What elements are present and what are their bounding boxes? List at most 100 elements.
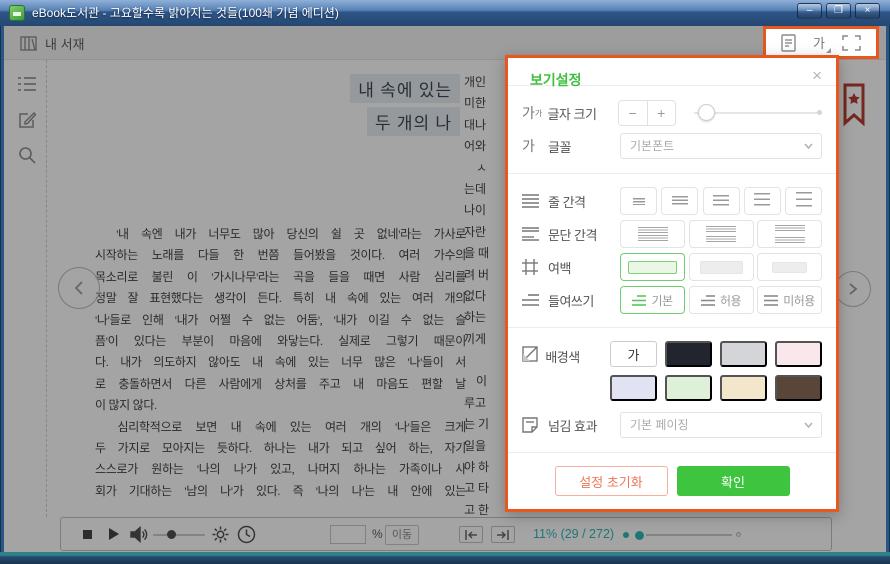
chevron-down-icon bbox=[804, 143, 813, 149]
paragraph-spacing-label: 문단 간격 bbox=[548, 225, 620, 244]
font-family-icon: 가 bbox=[522, 136, 548, 156]
margin-label: 여백 bbox=[548, 258, 620, 277]
line-spacing-glyph bbox=[713, 195, 729, 208]
line-spacing-icon bbox=[522, 194, 548, 208]
paragraph-spacing-glyph bbox=[775, 225, 805, 243]
font-size-increase-button[interactable]: + bbox=[647, 101, 676, 125]
close-window-button[interactable]: × bbox=[855, 3, 880, 19]
font-size-slider-handle[interactable] bbox=[698, 104, 715, 121]
paragraph-spacing-icon bbox=[522, 227, 548, 241]
maximize-button[interactable]: ❐ bbox=[826, 3, 851, 19]
paragraph-spacing-option-3[interactable] bbox=[757, 220, 822, 248]
background-color-swatches: 가 bbox=[610, 341, 822, 401]
page-turn-row: 넘김 효과 기본 페이징 bbox=[522, 411, 822, 439]
background-color-swatch[interactable] bbox=[610, 375, 657, 401]
page-turn-select[interactable]: 기본 페이징 bbox=[620, 412, 822, 438]
background-color-label: 배경색 bbox=[545, 347, 610, 366]
page-view-icon[interactable] bbox=[781, 34, 796, 52]
line-spacing-option-2[interactable] bbox=[661, 187, 698, 215]
font-size-slider-end-dot bbox=[817, 110, 822, 115]
font-size-label: 글자 크기 bbox=[547, 104, 618, 123]
background-color-swatch[interactable] bbox=[720, 375, 767, 401]
background-color-swatch[interactable] bbox=[775, 375, 822, 401]
font-size-controls: − + bbox=[618, 100, 822, 126]
line-spacing-option-1[interactable] bbox=[620, 187, 657, 215]
background-color-swatch[interactable] bbox=[665, 375, 712, 401]
client-area: 내 서재 bbox=[4, 26, 886, 552]
font-size-glyph: 가 bbox=[522, 103, 535, 123]
window-controls: – ❐ × bbox=[797, 3, 880, 19]
view-settings-panel: 보기설정 × 가가 글자 크기 − + bbox=[505, 55, 839, 512]
page-turn-icon bbox=[522, 417, 548, 433]
line-spacing-row: 줄 간격 bbox=[522, 187, 822, 215]
line-spacing-glyph bbox=[796, 192, 812, 211]
font-section: 가가 글자 크기 − + bbox=[508, 86, 836, 174]
font-settings-arrow bbox=[826, 48, 831, 53]
margin-option-2[interactable] bbox=[689, 253, 754, 281]
page-turn-controls: 기본 페이징 bbox=[620, 412, 822, 438]
spacing-section: 줄 간격 문단 bbox=[508, 174, 836, 328]
background-color-swatch[interactable] bbox=[720, 341, 767, 367]
paragraph-spacing-row: 문단 간격 bbox=[522, 220, 822, 248]
line-spacing-label: 줄 간격 bbox=[548, 192, 620, 211]
font-settings-icon[interactable]: 가 bbox=[813, 33, 825, 52]
indent-row: 들여쓰기 기본 허용 미허용 bbox=[522, 286, 822, 314]
window-bottom-frame bbox=[0, 552, 890, 564]
indent-option-default-selected[interactable]: 기본 bbox=[620, 286, 685, 314]
line-spacing-option-3[interactable] bbox=[703, 187, 740, 215]
panel-title: 보기설정 bbox=[530, 70, 582, 90]
line-spacing-option-5[interactable] bbox=[785, 187, 822, 215]
indent-option-disallow[interactable]: 미허용 bbox=[757, 286, 822, 314]
font-size-decrease-button[interactable]: − bbox=[619, 101, 647, 125]
appearance-section: 배경색 가 넘김 효과 기본 페이징 bbox=[508, 328, 836, 452]
paragraph-spacing-glyph bbox=[706, 226, 736, 242]
font-family-value: 기본폰트 bbox=[630, 139, 674, 153]
margin-icon bbox=[522, 259, 548, 275]
page-turn-label: 넘김 효과 bbox=[548, 416, 620, 435]
indent-label: 들여쓰기 bbox=[548, 291, 620, 310]
titlebar: eBook도서관 - 고요할수록 밝아지는 것들(100쇄 기념 에디션) – … bbox=[0, 0, 890, 26]
background-color-swatch[interactable] bbox=[665, 341, 712, 367]
font-settings-glyph: 가 bbox=[813, 36, 825, 51]
paragraph-spacing-options bbox=[620, 220, 822, 248]
line-spacing-glyph bbox=[672, 196, 688, 206]
reset-settings-button[interactable]: 설정 초기화 bbox=[555, 466, 668, 496]
margin-option-3[interactable] bbox=[757, 253, 822, 281]
confirm-button[interactable]: 확인 bbox=[677, 466, 790, 496]
app-logo-icon bbox=[9, 5, 25, 21]
margin-glyph bbox=[700, 261, 743, 274]
paragraph-spacing-option-2[interactable] bbox=[689, 220, 754, 248]
margin-option-1-selected[interactable] bbox=[620, 253, 685, 281]
window-title: eBook도서관 - 고요할수록 밝아지는 것들(100쇄 기념 에디션) bbox=[32, 0, 339, 26]
font-family-controls: 기본폰트 bbox=[620, 133, 822, 159]
background-color-controls: 가 bbox=[610, 341, 822, 401]
indent-option-glyph bbox=[701, 295, 715, 306]
margin-glyph bbox=[772, 262, 807, 273]
font-family-select[interactable]: 기본폰트 bbox=[620, 133, 822, 159]
line-spacing-glyph bbox=[754, 193, 770, 209]
panel-footer: 설정 초기화 확인 bbox=[508, 452, 836, 509]
indent-options: 기본 허용 미허용 bbox=[620, 286, 822, 314]
indent-option-allow[interactable]: 허용 bbox=[689, 286, 754, 314]
close-icon[interactable]: × bbox=[812, 66, 822, 86]
font-size-icon: 가가 bbox=[522, 103, 547, 123]
indent-option-label: 기본 bbox=[651, 292, 672, 309]
indent-option-glyph bbox=[632, 295, 646, 306]
margin-options bbox=[620, 253, 822, 281]
minimize-button[interactable]: – bbox=[797, 3, 822, 19]
font-size-slider[interactable] bbox=[694, 100, 822, 126]
line-spacing-glyph bbox=[633, 198, 645, 205]
background-color-swatch[interactable]: 가 bbox=[610, 341, 657, 367]
margin-row: 여백 bbox=[522, 253, 822, 281]
page-turn-value: 기본 페이징 bbox=[630, 418, 689, 432]
margin-glyph bbox=[628, 261, 677, 274]
fullscreen-icon[interactable] bbox=[842, 35, 861, 51]
panel-header: 보기설정 × bbox=[508, 58, 836, 86]
background-color-swatch[interactable] bbox=[775, 341, 822, 367]
paragraph-spacing-option-1[interactable] bbox=[620, 220, 685, 248]
line-spacing-option-4[interactable] bbox=[744, 187, 781, 215]
background-color-icon bbox=[522, 346, 545, 362]
indent-option-label: 미허용 bbox=[783, 292, 815, 309]
font-family-label: 글꼴 bbox=[548, 137, 620, 156]
indent-option-glyph bbox=[764, 295, 778, 306]
